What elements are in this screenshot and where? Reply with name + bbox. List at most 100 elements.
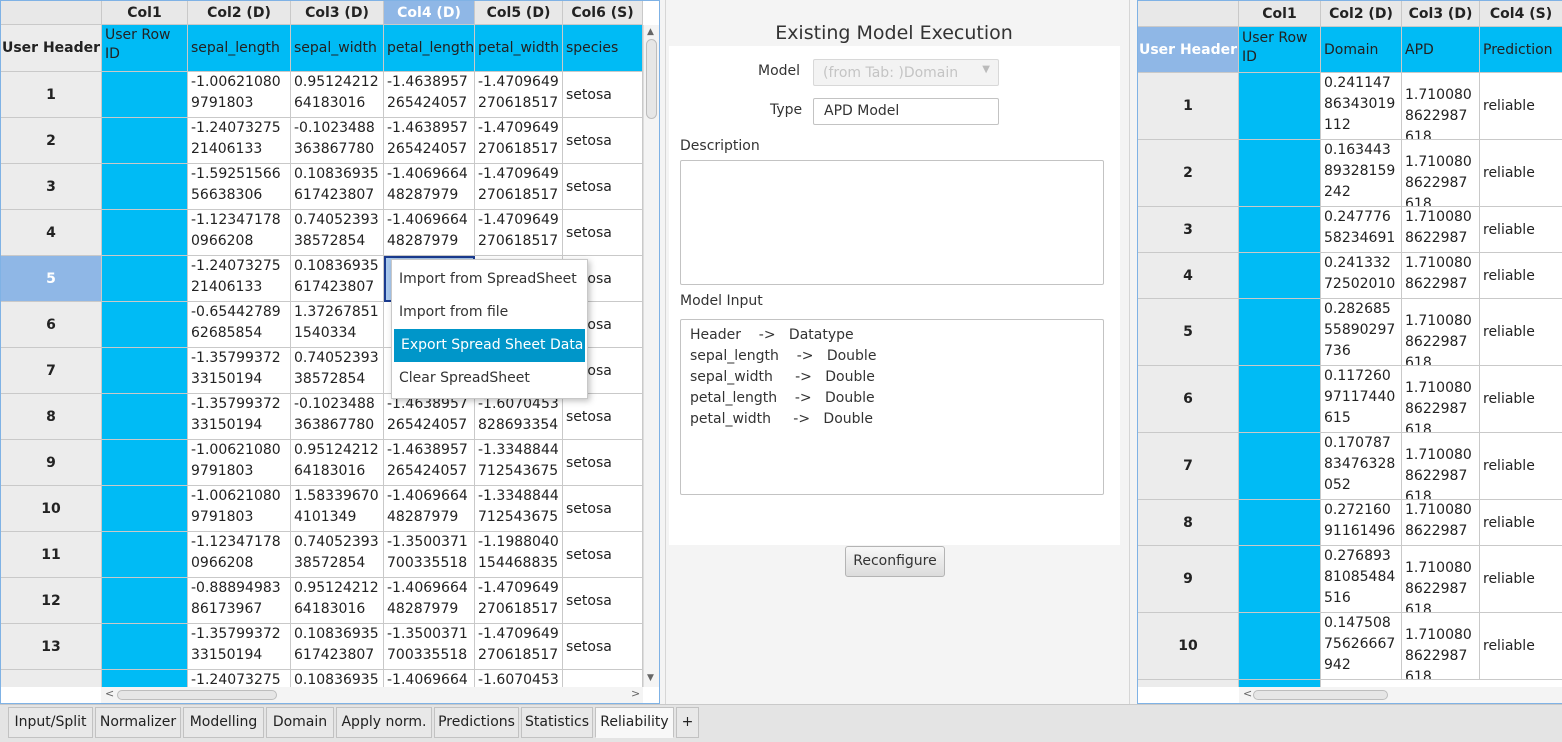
table-cell[interactable]: 1.7100808622987618 [1402,253,1480,299]
row-id-cell[interactable] [102,394,188,440]
table-cell[interactable]: -1.3579937233150194 [188,624,291,670]
tab-statistics[interactable]: Statistics [521,707,593,738]
column-header[interactable]: Col4 (S) [1480,1,1562,27]
tab-domain[interactable]: Domain [266,707,334,738]
row-header[interactable]: 7 [1138,433,1239,500]
table-cell[interactable]: 0.7405239338572854 [291,210,384,256]
table-cell[interactable]: -1.4638957265424057 [384,118,475,164]
tab-reliability[interactable]: Reliability [595,707,674,738]
table-cell[interactable]: 0.108369356 [291,670,384,687]
table-cell[interactable]: reliable [1480,546,1562,613]
table-cell[interactable]: -1.4709649270618517 [475,210,563,256]
tab-normalizer[interactable]: Normalizer [95,707,181,738]
row-header[interactable]: 10 [1138,613,1239,680]
user-header-cell[interactable]: Domain [1321,27,1402,73]
row-id-cell[interactable] [102,72,188,118]
row-id-cell[interactable] [102,670,188,687]
table-cell[interactable]: 0.10836935617423807 [291,624,384,670]
table-cell[interactable]: -1.4638957265424057 [384,72,475,118]
table-cell[interactable]: setosa [563,440,643,486]
scroll-down-icon[interactable]: ▼ [647,673,654,683]
row-id-cell[interactable] [1239,366,1321,433]
table-cell[interactable]: setosa [563,210,643,256]
row-header[interactable]: 8 [1,394,102,440]
row-header[interactable]: 6 [1138,366,1239,433]
menu-item-export-spreadsheet[interactable]: Export Spread Sheet Data [394,329,585,362]
right-horizontal-scrollbar[interactable]: < [1239,687,1562,703]
table-cell[interactable]: -1.406966448287979 [384,486,475,532]
row-id-cell[interactable] [102,624,188,670]
table-cell[interactable]: -1.4638957265424057 [384,394,475,440]
row-header[interactable]: 2 [1,118,102,164]
table-cell[interactable]: 0.27689381085484516 [1321,546,1402,613]
table-cell[interactable]: reliable [1480,366,1562,433]
row-header[interactable]: 5 [1,256,102,302]
table-cell[interactable]: 0.14750875626667942 [1321,613,1402,680]
table-cell[interactable]: setosa [563,118,643,164]
row-header[interactable]: 7 [1,348,102,394]
row-header[interactable]: 2 [1138,140,1239,207]
menu-item-clear-spreadsheet[interactable]: Clear SpreadSheet [392,362,587,395]
table-cell[interactable]: 0.17078783476328052 [1321,433,1402,500]
table-cell[interactable]: 1.7100808622987618 [1402,207,1480,253]
user-header-cell[interactable]: petal_width [475,25,563,72]
column-header[interactable]: Col3 (D) [1402,1,1480,27]
table-cell[interactable]: -1.4709649270618517 [475,164,563,210]
tab-[interactable]: + [676,707,699,738]
row-header[interactable]: 9 [1138,546,1239,613]
table-cell[interactable]: 1.7100808622987618 [1402,613,1480,680]
table-cell[interactable]: -0.10234883638677805 [291,118,384,164]
row-header[interactable]: 12 [1,578,102,624]
row-id-cell[interactable] [102,486,188,532]
table-cell[interactable]: 0.10836935617423807 [291,256,384,302]
row-header[interactable]: 6 [1,302,102,348]
menu-item-import-file[interactable]: Import from file [392,296,587,329]
table-cell[interactable]: 0.2477765823469126 [1321,207,1402,253]
table-cell[interactable]: -1.3348844712543675 [475,440,563,486]
table-cell[interactable]: reliable [1480,299,1562,366]
table-cell[interactable]: -1.3579937233150194 [188,394,291,440]
right-spreadsheet[interactable]: Col1 Col2 (D) Col3 (D) Col4 (S) User Header U… [1137,0,1562,704]
table-cell[interactable]: -1.3348844712543675 [475,486,563,532]
row-header[interactable]: 1 [1138,73,1239,140]
row-id-cell[interactable] [102,256,188,302]
table-cell[interactable]: -1.2407327521406133 [188,118,291,164]
table-cell[interactable]: reliable [1480,207,1562,253]
table-cell[interactable]: -1.3500371700335518 [384,532,475,578]
table-cell[interactable]: 1.7100808622987618 [1402,433,1480,500]
table-cell[interactable]: -0.8889498386173967 [188,578,291,624]
row-header[interactable]: 5 [1138,299,1239,366]
user-header-cell[interactable]: petal_length [384,25,475,72]
row-id-cell[interactable] [1239,253,1321,299]
table-cell[interactable]: -0.10234883638677805 [291,394,384,440]
table-cell[interactable]: reliable [1480,500,1562,546]
table-cell[interactable]: setosa [563,164,643,210]
tab-modelling[interactable]: Modelling [183,707,264,738]
table-cell[interactable]: setosa [563,624,643,670]
row-id-cell[interactable] [1239,433,1321,500]
table-cell[interactable]: 0.241332725020104 [1321,253,1402,299]
table-cell[interactable]: 1.7100808622987618 [1402,140,1480,207]
row-id-cell[interactable] [102,302,188,348]
tab-input-split[interactable]: Input/Split [8,707,93,738]
table-cell[interactable]: -1.006210809791803 [188,440,291,486]
reconfigure-button[interactable]: Reconfigure [845,546,945,577]
row-id-cell[interactable] [102,532,188,578]
row-header[interactable] [1,670,102,687]
table-cell[interactable]: -1.4709649270618517 [475,624,563,670]
row-header[interactable]: 3 [1138,207,1239,253]
table-cell[interactable]: setosa [563,532,643,578]
table-cell[interactable]: -1.2407327521406133 [188,256,291,302]
table-cell[interactable]: 0.9512421264183016 [291,440,384,486]
row-header[interactable]: 11 [1,532,102,578]
table-cell[interactable]: 0.10836935617423807 [291,164,384,210]
row-id-cell[interactable] [1239,680,1321,687]
table-cell[interactable]: 0.7405239338572854 [291,348,384,394]
column-header[interactable]: Col3 (D) [291,1,384,25]
table-cell[interactable] [563,670,643,687]
table-cell[interactable]: 0.9512421264183016 [291,72,384,118]
left-horizontal-scrollbar[interactable]: < > [101,687,643,703]
type-field[interactable]: APD Model [813,98,999,125]
column-header[interactable]: Col2 (D) [1321,1,1402,27]
table-cell[interactable]: -1.4709649270618517 [475,118,563,164]
